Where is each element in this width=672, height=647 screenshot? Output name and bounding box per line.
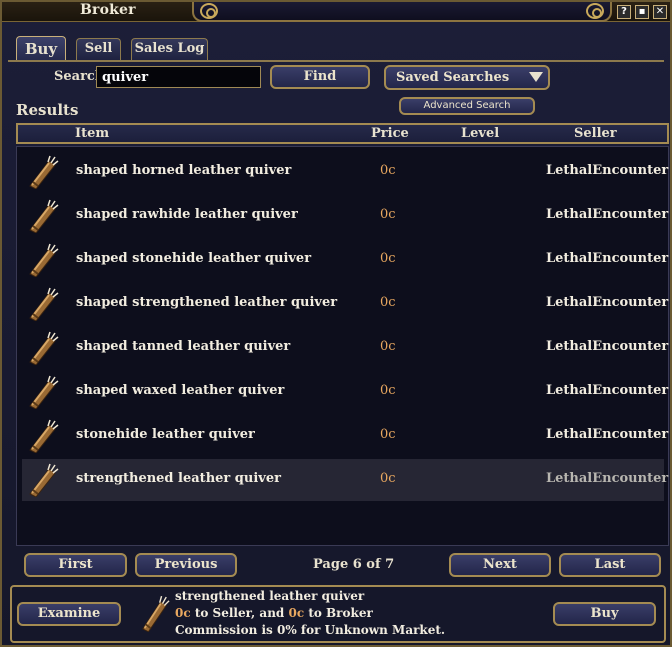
row-price: 0c [380,163,396,178]
results-table: shaped horned leather quiver 0c LethalEn… [16,146,669,546]
quiver-icon [29,419,59,453]
row-seller: LethalEncounter [546,471,669,486]
results-table-header: Item Price Level Seller [16,123,669,144]
row-price: 0c [380,251,396,266]
row-item-name: shaped strengthened leather quiver [76,295,338,310]
quiver-icon [29,375,59,409]
row-seller: LethalEncounter [546,163,669,178]
row-price: 0c [380,383,396,398]
chevron-down-icon [529,72,543,82]
row-price: 0c [380,295,396,310]
seller-amount: 0c [175,606,191,620]
quiver-icon [29,243,59,277]
buy-button[interactable]: Buy [553,602,656,626]
quiver-icon [29,199,59,233]
advanced-search-button[interactable]: Advanced Search [399,97,535,115]
search-input[interactable] [96,66,261,88]
row-price: 0c [380,427,396,442]
row-item-name: shaped stonehide leather quiver [76,251,312,266]
title-plaque [192,2,612,22]
selected-item-name: strengthened leather quiver [175,589,365,603]
minimize-button[interactable]: ▪ [635,5,649,19]
quiver-icon [29,331,59,365]
quiver-icon[interactable] [140,594,170,632]
last-page-button[interactable]: Last [559,553,661,577]
row-price: 0c [380,339,396,354]
results-label: Results [16,101,79,119]
tab-buy[interactable]: Buy [16,36,66,61]
quiver-icon [29,463,59,497]
row-item-name: shaped waxed leather quiver [76,383,285,398]
saved-searches-dropdown[interactable]: Saved Searches [384,65,550,90]
row-seller: LethalEncounter [546,251,669,266]
seller-text: to Seller, and [190,606,289,620]
next-page-button[interactable]: Next [449,553,551,577]
previous-page-button[interactable]: Previous [135,553,237,577]
swirl-left-icon [200,3,218,19]
table-row[interactable]: shaped waxed leather quiver 0c LethalEnc… [22,371,668,413]
tab-divider [8,60,664,62]
broker-amount: 0c [288,606,305,620]
examine-button[interactable]: Examine [17,602,121,626]
column-item[interactable]: Item [75,126,109,141]
row-seller: LethalEncounter [546,339,669,354]
help-button[interactable]: ? [617,5,631,19]
table-row-selected[interactable]: strengthened leather quiver 0c LethalEnc… [22,459,668,501]
tab-sell[interactable]: Sell [76,38,121,60]
broker-window: Broker ? ▪ ✕ Buy Sell Sales Log Search F… [0,0,672,647]
table-row[interactable]: shaped rawhide leather quiver 0c LethalE… [22,195,668,237]
row-item-name: shaped horned leather quiver [76,163,292,178]
column-price[interactable]: Price [371,126,409,141]
commission-text: Commission is 0% for Unknown Market. [175,623,446,637]
table-row[interactable]: shaped tanned leather quiver 0c LethalEn… [22,327,668,369]
row-price: 0c [380,207,396,222]
row-price: 0c [380,471,396,486]
quiver-icon [29,155,59,189]
swirl-right-icon [586,3,604,19]
first-page-button[interactable]: First [24,553,127,577]
row-seller: LethalEncounter [546,207,669,222]
row-seller: LethalEncounter [546,295,669,310]
page-indicator: Page 6 of 7 [313,557,395,572]
row-seller: LethalEncounter [546,427,669,442]
table-row[interactable]: shaped strengthened leather quiver 0c Le… [22,283,668,325]
find-button[interactable]: Find [270,65,370,89]
table-row[interactable]: stonehide leather quiver 0c LethalEncoun… [22,415,668,457]
row-item-name: shaped rawhide leather quiver [76,207,298,222]
saved-searches-label: Saved Searches [396,70,510,85]
row-item-name: stonehide leather quiver [76,427,255,442]
row-seller: LethalEncounter [546,383,669,398]
close-button[interactable]: ✕ [653,5,667,19]
column-level[interactable]: Level [461,126,499,141]
row-item-name: strengthened leather quiver [76,471,281,486]
title-bar[interactable]: Broker ? ▪ ✕ [2,2,670,22]
row-item-name: shaped tanned leather quiver [76,339,291,354]
window-title: Broker [80,2,136,18]
table-row[interactable]: shaped stonehide leather quiver 0c Letha… [22,239,668,281]
column-seller[interactable]: Seller [574,126,617,141]
table-row[interactable]: shaped horned leather quiver 0c LethalEn… [22,151,668,193]
price-breakdown: 0c to Seller, and 0c to Broker [175,606,373,620]
broker-text: to Broker [304,606,373,620]
tab-sales-log[interactable]: Sales Log [131,38,208,60]
quiver-icon [29,287,59,321]
